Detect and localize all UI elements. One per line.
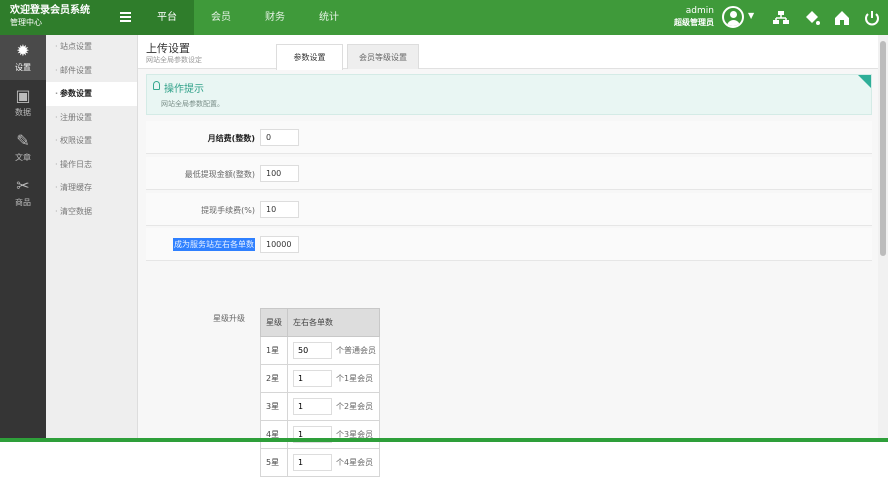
level-3-count-input[interactable]	[293, 398, 332, 415]
power-icon[interactable]	[863, 9, 881, 27]
min-withdraw-row: 最低提现金额(整数)	[146, 157, 872, 190]
subnav-clear-cache[interactable]: 清理缓存	[46, 176, 137, 200]
count-suffix: 个4星会员	[336, 458, 374, 467]
level-cell: 5星	[260, 448, 288, 477]
subnav-permission-settings[interactable]: 权限设置	[46, 129, 137, 153]
level-cell: 3星	[260, 392, 288, 421]
top-nav-platform[interactable]: 平台	[140, 0, 194, 35]
lightbulb-icon	[153, 81, 160, 90]
rail-item-settings[interactable]: ✹ 设置	[0, 35, 46, 80]
rail-item-data[interactable]: ▣ 数据	[0, 80, 46, 125]
subnav-parameter-settings[interactable]: 参数设置	[46, 82, 137, 106]
count-cell: 个4星会员	[287, 448, 380, 477]
monthly-fee-row: 月结费(整数)	[146, 121, 872, 154]
left-rail: ✹ 设置 ▣ 数据 ✎ 文章 ✂ 商品	[0, 35, 46, 442]
subnav-site-settings[interactable]: 站点设置	[46, 35, 137, 59]
level-header: 星级	[260, 308, 288, 337]
tools-icon: ✂	[16, 176, 30, 195]
subnav-operation-log[interactable]: 操作日志	[46, 153, 137, 177]
database-icon: ▣	[15, 86, 31, 105]
star-level-table: 星级 左右各单数 1星 个普通会员 2星 个1星会员 3星 个2星会员 4星 个…	[260, 308, 380, 477]
menu-toggle-icon[interactable]	[120, 12, 131, 22]
pen-icon: ✎	[16, 131, 30, 150]
level-cell: 4星	[260, 420, 288, 449]
count-cell: 个普通会员	[287, 336, 380, 365]
level-1-count-input[interactable]	[293, 342, 332, 359]
user-info: admin 超级管理员	[662, 5, 714, 29]
withdraw-fee-label: 提现手续费(%)	[201, 206, 255, 215]
table-row: 2星 个1星会员	[260, 364, 380, 393]
main-content: 上传设置 网站全局参数设定 参数设置 会员等级设置 操作提示 网站全局参数配置。…	[138, 35, 878, 477]
table-header-row: 星级 左右各单数	[260, 308, 380, 337]
level-5-count-input[interactable]	[293, 454, 332, 471]
count-header: 左右各单数	[287, 308, 380, 337]
operation-notice: 操作提示 网站全局参数配置。	[146, 74, 872, 115]
count-cell: 个2星会员	[287, 392, 380, 421]
tab-member-level-settings[interactable]: 会员等级设置	[347, 44, 419, 69]
corner-fold-icon	[858, 75, 871, 88]
top-bar: 欢迎登录会员系统 管理中心 平台 会员 财务 统计 admin 超级管理员 ▼	[0, 0, 888, 35]
notice-title: 操作提示	[164, 84, 204, 95]
user-name: admin	[685, 6, 714, 16]
min-withdraw-label: 最低提现金额(整数)	[184, 170, 255, 179]
count-suffix: 个2星会员	[336, 402, 374, 411]
page-title: 上传设置	[146, 42, 190, 55]
tab-parameter-settings[interactable]: 参数设置	[276, 44, 343, 70]
notice-text: 网站全局参数配置。	[161, 100, 224, 108]
avatar-icon[interactable]	[722, 6, 744, 28]
count-cell: 个3星会员	[287, 420, 380, 449]
home-icon[interactable]	[833, 9, 851, 27]
service-station-label: 成为服务站左右各单数	[173, 238, 255, 251]
page-header: 上传设置 网站全局参数设定 参数设置 会员等级设置	[138, 35, 878, 70]
subnav-clear-data[interactable]: 清空数据	[46, 200, 137, 224]
rail-item-label: 商品	[15, 198, 31, 207]
sitemap-icon[interactable]	[772, 9, 790, 27]
level-cell: 2星	[260, 364, 288, 393]
rail-item-label: 设置	[15, 63, 31, 72]
user-role: 超级管理员	[674, 18, 714, 27]
bottom-accent-line	[0, 438, 888, 442]
level-2-count-input[interactable]	[293, 370, 332, 387]
paint-bucket-icon[interactable]	[803, 9, 821, 27]
top-nav-finance[interactable]: 财务	[248, 0, 302, 35]
scrollbar-thumb[interactable]	[880, 41, 886, 256]
table-row: 4星 个3星会员	[260, 420, 380, 449]
service-station-input[interactable]	[260, 236, 299, 253]
count-suffix: 个普通会员	[336, 346, 376, 355]
min-withdraw-input[interactable]	[260, 165, 299, 182]
subnav-mail-settings[interactable]: 邮件设置	[46, 59, 137, 83]
chevron-down-icon[interactable]: ▼	[748, 11, 754, 20]
rail-item-products[interactable]: ✂ 商品	[0, 170, 46, 215]
monthly-fee-input[interactable]	[260, 129, 299, 146]
rail-item-articles[interactable]: ✎ 文章	[0, 125, 46, 170]
top-navigation: 平台 会员 财务 统计	[140, 0, 356, 35]
table-row: 5星 个4星会员	[260, 448, 380, 477]
level-cell: 1星	[260, 336, 288, 365]
brand-area: 欢迎登录会员系统 管理中心	[0, 0, 140, 35]
settings-subnav: 站点设置 邮件设置 参数设置 注册设置 权限设置 操作日志 清理缓存 清空数据	[46, 35, 138, 442]
count-suffix: 个1星会员	[336, 374, 374, 383]
withdraw-fee-row: 提现手续费(%)	[146, 193, 872, 226]
vertical-scrollbar[interactable]	[878, 35, 888, 442]
withdraw-fee-input[interactable]	[260, 201, 299, 218]
table-row: 3星 个2星会员	[260, 392, 380, 421]
page-description: 网站全局参数设定	[146, 56, 202, 64]
star-level-upgrade-label: 星级升级	[213, 314, 245, 323]
subnav-registration-settings[interactable]: 注册设置	[46, 106, 137, 130]
service-station-row: 成为服务站左右各单数	[146, 228, 872, 261]
rail-item-label: 文章	[15, 153, 31, 162]
rail-item-label: 数据	[15, 108, 31, 117]
gear-icon: ✹	[16, 41, 30, 60]
top-nav-statistics[interactable]: 统计	[302, 0, 356, 35]
table-row: 1星 个普通会员	[260, 336, 380, 365]
count-cell: 个1星会员	[287, 364, 380, 393]
monthly-fee-label: 月结费(整数)	[207, 134, 255, 143]
top-nav-members[interactable]: 会员	[194, 0, 248, 35]
